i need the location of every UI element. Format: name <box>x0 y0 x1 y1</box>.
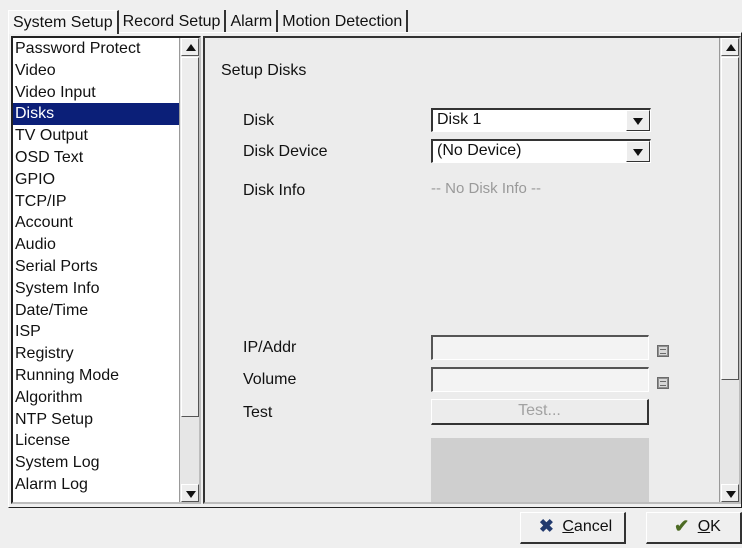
sidebar-item-video[interactable]: Video <box>13 60 181 82</box>
sidebar-item-disks[interactable]: Disks <box>13 103 181 126</box>
page-title: Setup Disks <box>221 62 307 79</box>
chevron-down-icon <box>633 118 643 125</box>
content-scroll-thumb[interactable] <box>721 57 739 380</box>
sidebar-scroll-thumb[interactable] <box>181 57 199 417</box>
down-arrow-icon <box>726 491 736 498</box>
sidebar-item-tv-output[interactable]: TV Output <box>13 125 181 147</box>
tab-motion-detection[interactable]: Motion Detection <box>278 10 409 32</box>
sidebar-item-tcp-ip[interactable]: TCP/IP <box>13 191 181 213</box>
tab-bar: System Setup Record Setup Alarm Motion D… <box>8 10 409 34</box>
disk-device-label: Disk Device <box>243 143 328 160</box>
cancel-button[interactable]: ✖ Cancel <box>520 512 626 544</box>
sidebar-scrollbar[interactable] <box>179 38 199 502</box>
sidebar-item-alarm-log[interactable]: Alarm Log <box>13 474 181 496</box>
sidebar-item-isp[interactable]: ISP <box>13 321 181 343</box>
sidebar-item-serial-ports[interactable]: Serial Ports <box>13 256 181 278</box>
settings-frame: Password Protect Video Video Input Disks… <box>8 32 742 508</box>
disk-device-select[interactable]: (No Device) <box>431 139 651 163</box>
sidebar-list: Password Protect Video Video Input Disks… <box>13 38 181 502</box>
disk-dropdown-button[interactable] <box>626 110 650 131</box>
cancel-button-label: Cancel <box>562 518 613 535</box>
volume-label: Volume <box>243 371 297 388</box>
x-icon: ✖ <box>538 516 554 536</box>
disk-device-select-value: (No Device) <box>437 142 522 159</box>
disk-select[interactable]: Disk 1 <box>431 108 651 132</box>
sidebar-item-ntp-setup[interactable]: NTP Setup <box>13 409 181 431</box>
disk-info-value: -- No Disk Info -- <box>431 180 542 197</box>
disk-preview-area <box>431 438 649 502</box>
calculator-icon[interactable] <box>657 345 669 357</box>
test-label: Test <box>243 404 273 421</box>
tab-system-setup[interactable]: System Setup <box>8 10 119 34</box>
ip-address-field[interactable] <box>431 335 649 360</box>
settings-sidebar: Password Protect Video Video Input Disks… <box>11 36 201 504</box>
sidebar-item-audio[interactable]: Audio <box>13 234 181 256</box>
tab-record-setup[interactable]: Record Setup <box>118 10 227 32</box>
content-scrollbar[interactable] <box>719 38 739 502</box>
chevron-down-icon <box>633 149 643 156</box>
disk-device-dropdown-button[interactable] <box>626 141 650 162</box>
sidebar-item-system-log[interactable]: System Log <box>13 452 181 474</box>
disk-select-value: Disk 1 <box>437 111 482 128</box>
sidebar-item-running-mode[interactable]: Running Mode <box>13 365 181 387</box>
disk-settings-panel: Setup Disks Disk Disk 1 Disk Device (No … <box>203 36 741 504</box>
disk-label: Disk <box>243 112 275 129</box>
disk-info-label: Disk Info <box>243 182 306 199</box>
sidebar-item-osd-text[interactable]: OSD Text <box>13 147 181 169</box>
test-button[interactable]: Test... <box>431 399 649 425</box>
application-window: System Setup Record Setup Alarm Motion D… <box>0 0 742 548</box>
tab-alarm[interactable]: Alarm <box>226 10 279 32</box>
sidebar-item-password-protect[interactable]: Password Protect <box>13 38 181 60</box>
ok-button[interactable]: ✔ OK <box>646 512 742 544</box>
up-arrow-icon <box>726 44 736 51</box>
check-icon: ✔ <box>674 516 690 536</box>
disk-settings-content: Setup Disks Disk Disk 1 Disk Device (No … <box>205 38 717 502</box>
sidebar-item-algorithm[interactable]: Algorithm <box>13 387 181 409</box>
sidebar-item-account[interactable]: Account <box>13 212 181 234</box>
content-scroll-down-button[interactable] <box>721 484 739 502</box>
sidebar-scroll-up-button[interactable] <box>181 38 199 56</box>
content-scroll-up-button[interactable] <box>721 38 739 56</box>
ok-button-label: OK <box>697 518 721 535</box>
ip-address-label: IP/Addr <box>243 339 297 356</box>
sidebar-item-registry[interactable]: Registry <box>13 343 181 365</box>
down-arrow-icon <box>186 491 196 498</box>
calculator-icon[interactable] <box>657 377 669 389</box>
sidebar-item-system-info[interactable]: System Info <box>13 278 181 300</box>
sidebar-item-video-input[interactable]: Video Input <box>13 82 181 104</box>
sidebar-item-gpio[interactable]: GPIO <box>13 169 181 191</box>
sidebar-scroll-down-button[interactable] <box>181 484 199 502</box>
sidebar-item-license[interactable]: License <box>13 430 181 452</box>
sidebar-item-date-time[interactable]: Date/Time <box>13 300 181 322</box>
up-arrow-icon <box>186 44 196 51</box>
volume-field[interactable] <box>431 367 649 392</box>
